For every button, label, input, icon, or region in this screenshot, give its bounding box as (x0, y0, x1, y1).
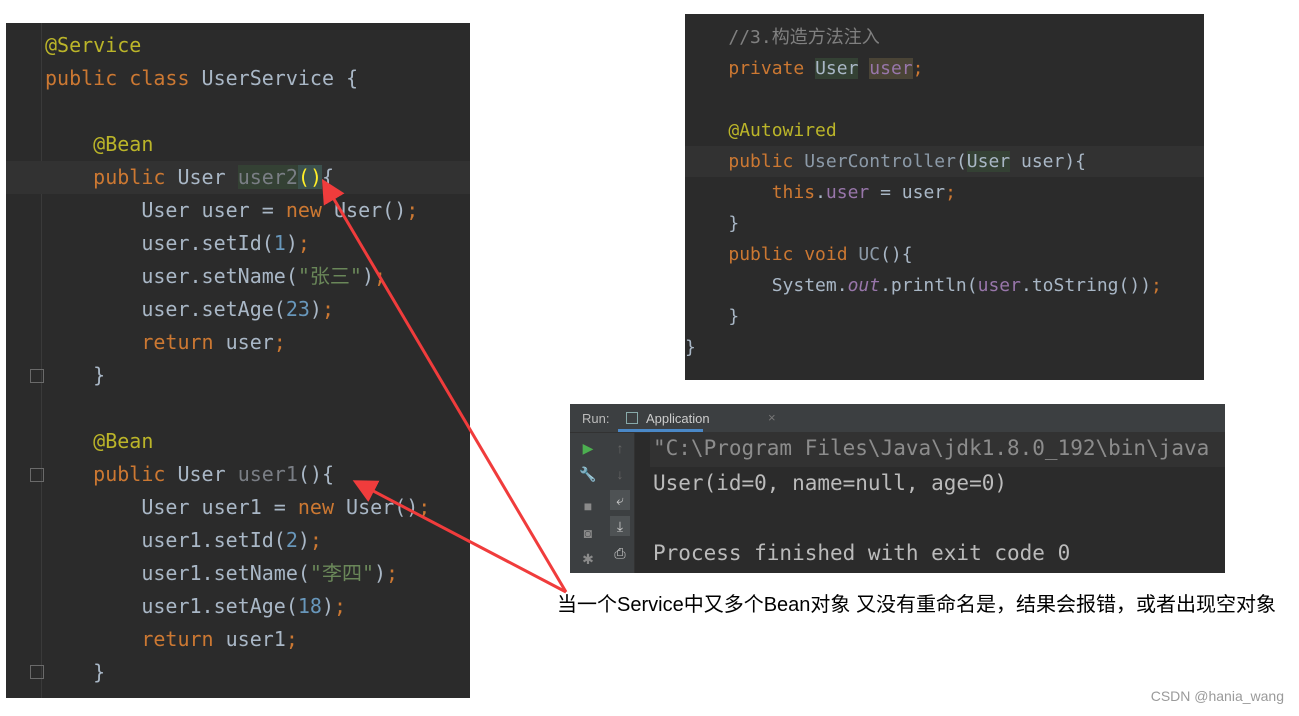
watermark: CSDN @hania_wang (1150, 688, 1284, 704)
arrow-to-user2 (321, 178, 568, 593)
caption-note: 当一个Service中又多个Bean对象 又没有重命名是，结果会报错，或者出现空… (557, 594, 1276, 616)
